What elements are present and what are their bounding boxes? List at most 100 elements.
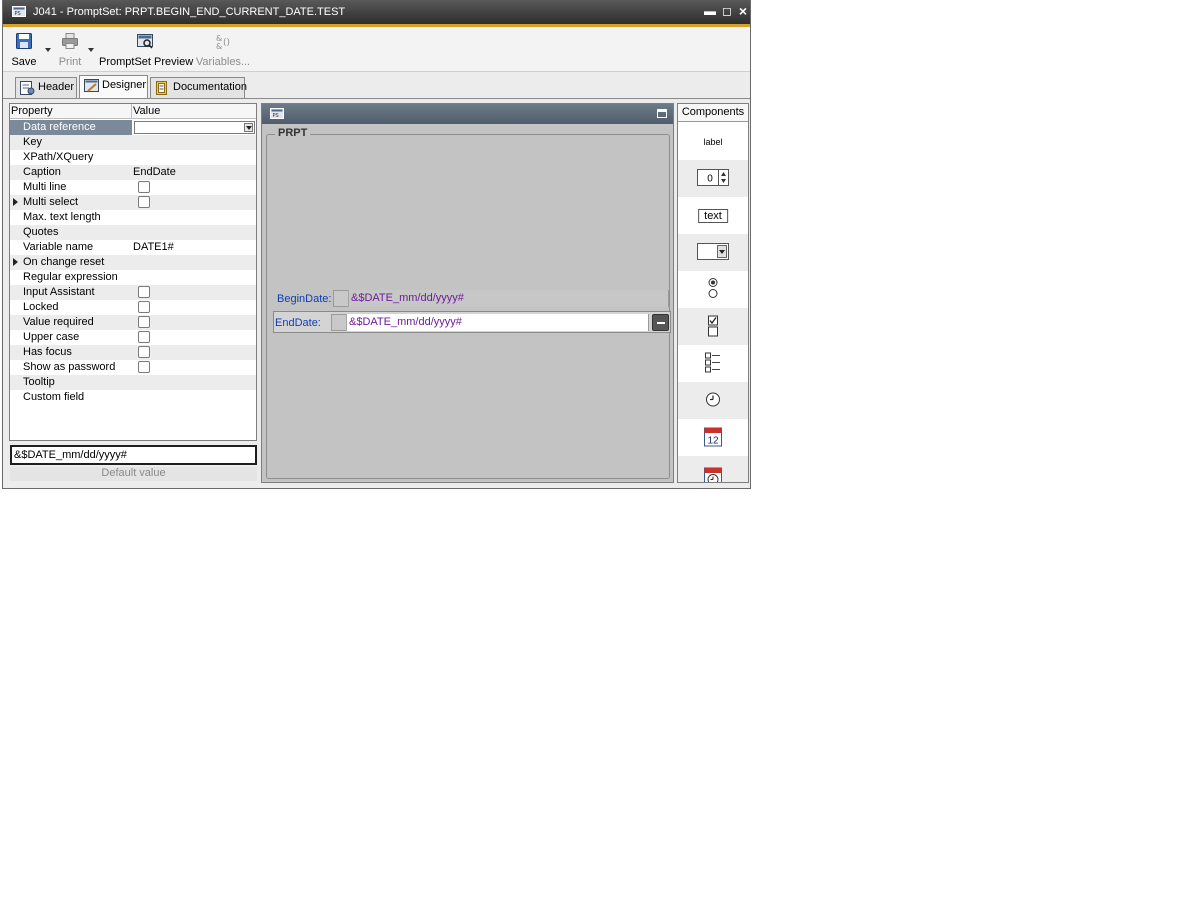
prpt-frame[interactable]: PRPT BeginDate: &$DATE_mm/dd/yyyy# EndDa… — [266, 127, 671, 479]
value-column-header[interactable]: Value — [133, 105, 160, 117]
property-name: XPath/XQuery — [23, 151, 94, 163]
designer-panel: PS PRPT BeginDate: &$DATE_mm/dd/yyyy# En… — [261, 103, 674, 483]
property-name: Upper case — [23, 331, 80, 343]
property-row-locked[interactable]: Locked — [10, 300, 256, 315]
multi-line-checkbox[interactable] — [138, 181, 150, 193]
property-row-data-reference[interactable]: Data reference — [10, 120, 256, 135]
property-row-key[interactable]: Key — [10, 135, 256, 150]
property-grid: Property Value Data reference Key XPath/… — [9, 103, 257, 441]
default-value-input[interactable]: &$DATE_mm/dd/yyyy# — [10, 445, 257, 465]
component-combo[interactable] — [678, 234, 748, 271]
column-separator[interactable] — [131, 104, 132, 119]
save-icon — [15, 32, 33, 53]
upper-case-checkbox[interactable] — [138, 331, 150, 343]
property-row-show-as-password[interactable]: Show as password — [10, 360, 256, 375]
component-checklist[interactable] — [678, 345, 748, 382]
expand-arrow-icon[interactable] — [13, 198, 18, 206]
save-label: Save — [11, 56, 37, 68]
component-checkbox[interactable] — [678, 308, 748, 345]
show-as-password-checkbox[interactable] — [138, 361, 150, 373]
remove-field-button[interactable] — [652, 314, 669, 331]
property-column-header[interactable]: Property — [11, 105, 53, 117]
print-label: Print — [58, 56, 82, 68]
promptset-window: PS J041 - PromptSet: PRPT.BEGIN_END_CURR… — [2, 0, 751, 489]
property-row-multi-select[interactable]: Multi select — [10, 195, 256, 210]
checklist-icon — [705, 351, 721, 376]
end-date-field[interactable]: &$DATE_mm/dd/yyyy# — [331, 314, 649, 331]
property-name: Value required — [23, 316, 94, 328]
property-name: Locked — [23, 301, 59, 313]
property-row-on-change-reset[interactable]: On change reset — [10, 255, 256, 270]
component-time[interactable] — [678, 382, 748, 419]
component-label[interactable]: label — [678, 123, 748, 160]
property-grid-header: Property Value — [10, 104, 256, 119]
svg-text:&: & — [216, 42, 222, 50]
property-name: Show as password — [23, 361, 116, 373]
print-dropdown-arrow[interactable] — [88, 48, 94, 52]
svg-text:(): () — [223, 38, 230, 48]
save-dropdown-arrow[interactable] — [45, 48, 51, 52]
end-date-value[interactable]: &$DATE_mm/dd/yyyy# — [346, 314, 648, 331]
component-text[interactable]: text — [678, 197, 748, 234]
property-name: Key — [23, 136, 42, 148]
promptset-preview-button[interactable]: PromptSet Preview — [99, 30, 193, 70]
input-assistant-checkbox[interactable] — [138, 286, 150, 298]
has-focus-checkbox[interactable] — [138, 346, 150, 358]
close-button[interactable]: × — [736, 3, 750, 19]
chevron-down-icon[interactable] — [244, 123, 253, 132]
property-row-custom-field[interactable]: Custom field — [10, 390, 256, 405]
property-name: Variable name — [23, 241, 94, 253]
component-radio[interactable] — [678, 271, 748, 308]
data-reference-select[interactable] — [134, 121, 255, 134]
window-title: J041 - PromptSet: PRPT.BEGIN_END_CURRENT… — [33, 6, 346, 18]
end-date-row[interactable]: EndDate: &$DATE_mm/dd/yyyy# — [273, 311, 671, 333]
property-row-xpath[interactable]: XPath/XQuery — [10, 150, 256, 165]
calendar-clock-icon — [703, 466, 723, 482]
begin-date-value[interactable]: &$DATE_mm/dd/yyyy# — [348, 290, 668, 307]
property-row-multi-line[interactable]: Multi line — [10, 180, 256, 195]
minimize-button[interactable]: ▬ — [703, 3, 717, 19]
clock-icon — [705, 391, 721, 410]
property-name: Multi line — [23, 181, 67, 193]
begin-date-field[interactable]: &$DATE_mm/dd/yyyy# — [333, 290, 669, 307]
maximize-panel-icon[interactable] — [657, 109, 667, 118]
expand-arrow-icon[interactable] — [13, 258, 18, 266]
tab-header[interactable]: Header — [15, 77, 77, 98]
property-row-tooltip[interactable]: Tooltip — [10, 375, 256, 390]
multi-select-checkbox[interactable] — [138, 196, 150, 208]
save-button[interactable]: Save — [7, 30, 41, 70]
property-name: Custom field — [23, 391, 85, 403]
locked-checkbox[interactable] — [138, 301, 150, 313]
component-datetime[interactable] — [678, 456, 748, 482]
variable-name-value[interactable]: DATE1# — [133, 241, 174, 253]
tab-documentation[interactable]: Documentation — [150, 77, 247, 98]
property-row-input-assistant[interactable]: Input Assistant — [10, 285, 256, 300]
svg-text:PS: PS — [15, 11, 21, 17]
tab-designer[interactable]: Designer — [79, 75, 148, 99]
components-title: Components — [678, 104, 748, 122]
property-name: Caption — [23, 166, 61, 178]
maximize-button[interactable]: ◻ — [720, 3, 734, 19]
property-name: Has focus — [23, 346, 72, 358]
property-row-has-focus[interactable]: Has focus — [10, 345, 256, 360]
property-name: On change reset — [23, 256, 105, 268]
designer-tab-icon — [84, 79, 99, 100]
value-required-checkbox[interactable] — [138, 316, 150, 328]
editor-tabs: Header Designer Documentation — [3, 73, 750, 99]
label-component-text: label — [703, 136, 723, 147]
property-name: Regular expression — [23, 271, 118, 283]
component-calendar[interactable]: 12 — [678, 419, 748, 456]
begin-date-label: BeginDate: — [277, 293, 332, 305]
property-row-quotes[interactable]: Quotes — [10, 225, 256, 240]
print-button[interactable]: Print — [53, 30, 87, 70]
begin-date-row[interactable]: BeginDate: &$DATE_mm/dd/yyyy# — [273, 288, 671, 310]
property-row-caption[interactable]: Caption EndDate — [10, 165, 256, 180]
property-row-value-required[interactable]: Value required — [10, 315, 256, 330]
property-row-upper-case[interactable]: Upper case — [10, 330, 256, 345]
component-number[interactable]: 0 — [678, 160, 748, 197]
property-row-regular-expression[interactable]: Regular expression — [10, 270, 256, 285]
property-row-max-text-length[interactable]: Max. text length — [10, 210, 256, 225]
variables-button[interactable]: & &() Variables... — [195, 30, 251, 70]
caption-value[interactable]: EndDate — [133, 166, 176, 178]
property-row-variable-name[interactable]: Variable name DATE1# — [10, 240, 256, 255]
